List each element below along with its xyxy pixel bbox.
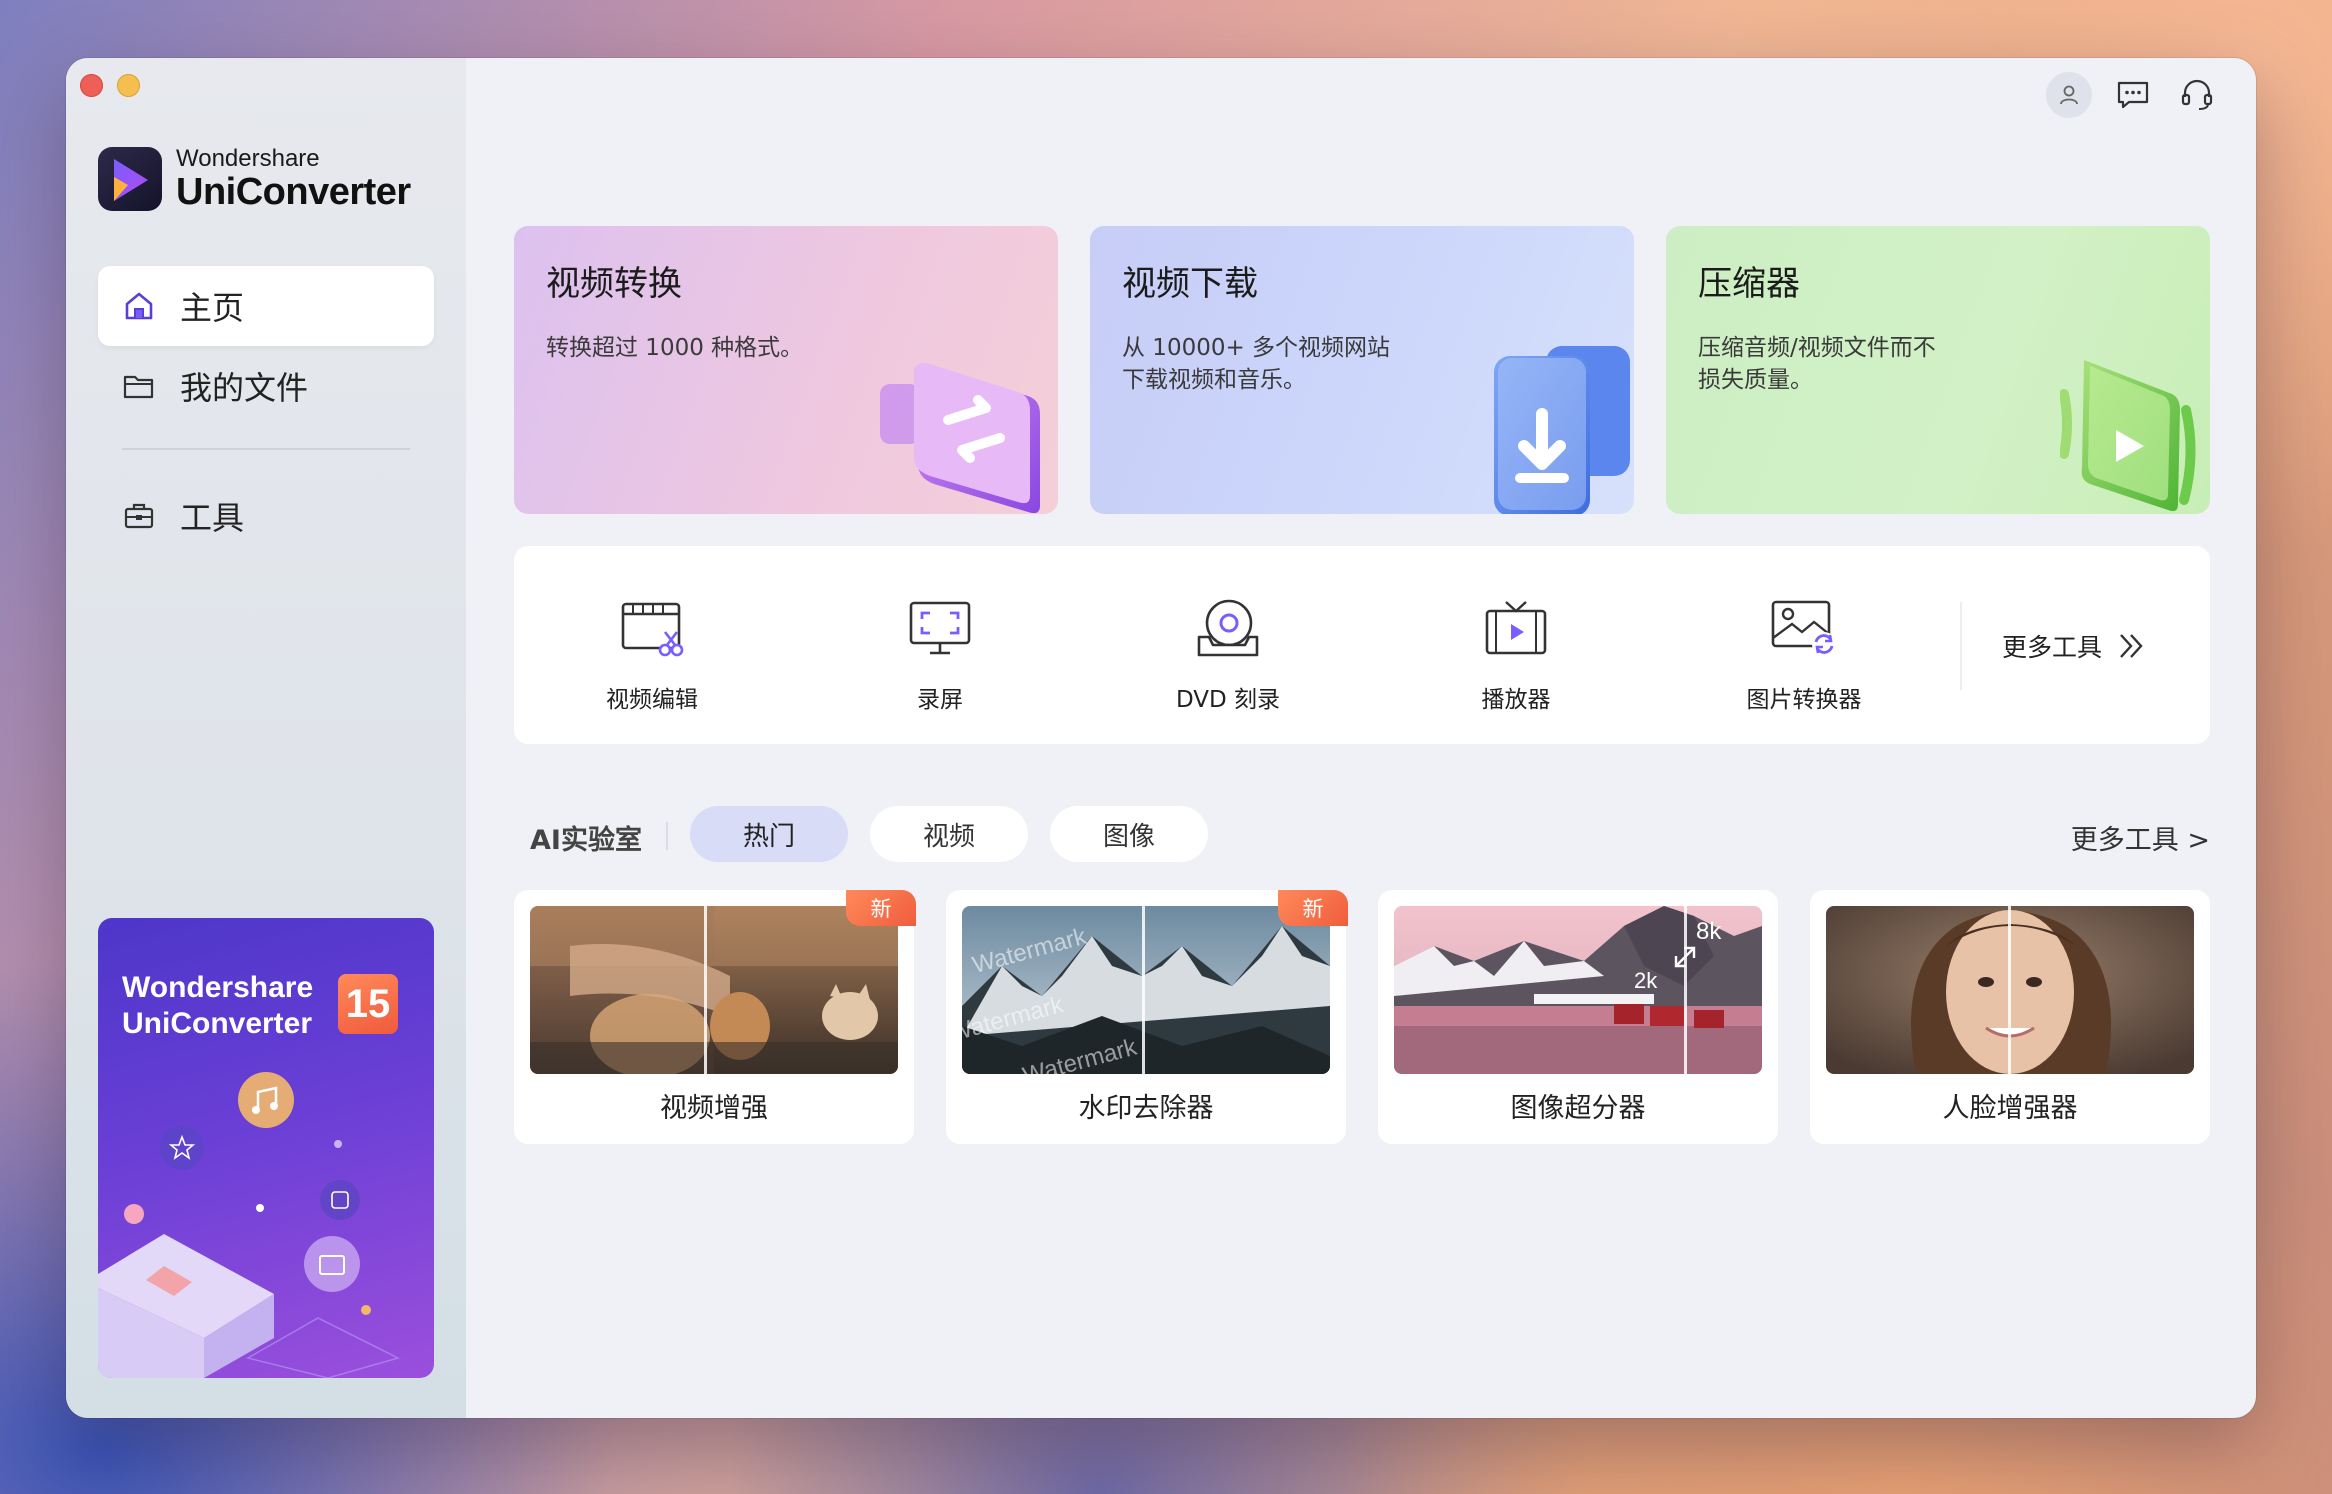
ai-tool-cards: 新 视频增强 Watermark Watermark Watermark 新 水… bbox=[514, 890, 2210, 1144]
sidebar: Wondershare UniConverter 主页 我的文件 工具 Wond… bbox=[66, 58, 466, 1418]
sidebar-item-home[interactable]: 主页 bbox=[98, 266, 434, 346]
tool-video-edit[interactable]: 视频编辑 bbox=[552, 596, 752, 714]
minimize-window-button[interactable] bbox=[117, 74, 140, 97]
account-button[interactable] bbox=[2046, 72, 2092, 118]
tool-screen-record[interactable]: 录屏 bbox=[840, 596, 1040, 714]
home-icon bbox=[122, 289, 156, 323]
card-title: 视频转换 bbox=[546, 264, 682, 304]
sidebar-item-label: 工具 bbox=[180, 499, 245, 537]
promo-illustration bbox=[98, 1072, 401, 1378]
chat-icon bbox=[2117, 81, 2149, 109]
video-convert-icon bbox=[880, 362, 1040, 514]
brand: Wondershare UniConverter bbox=[98, 146, 411, 212]
screen-record-icon bbox=[840, 596, 1040, 660]
compressor-card[interactable]: 压缩器 压缩音频/视频文件而不 损失质量。 bbox=[1666, 226, 2210, 514]
tool-image-convert[interactable]: 图片转换器 bbox=[1704, 596, 1904, 714]
dvd-burn-icon bbox=[1128, 596, 1328, 660]
tool-label: DVD 刻录 bbox=[1175, 687, 1281, 713]
compare-divider bbox=[1142, 906, 1145, 1074]
brand-product: UniConverter bbox=[176, 171, 411, 213]
card-desc: 压缩音频/视频文件而不 损失质量。 bbox=[1698, 335, 1936, 393]
tool-label: 视频编辑 bbox=[606, 687, 698, 713]
ai-card-label: 水印去除器 bbox=[1078, 1093, 1214, 1124]
ai-lab-divider bbox=[666, 822, 668, 850]
tools-divider bbox=[1960, 602, 1962, 690]
main-content: 视频转换 转换超过 1000 种格式。 视频下载 从 10000+ 多个视频网站… bbox=[466, 58, 2256, 1418]
tool-label: 播放器 bbox=[1481, 687, 1551, 713]
resize-arrow-icon bbox=[1674, 946, 1696, 968]
double-chevron-right-icon bbox=[2120, 634, 2143, 658]
header-actions bbox=[2046, 72, 2220, 118]
watermark-remover-thumbnail: Watermark Watermark Watermark bbox=[962, 906, 1330, 1074]
uniconverter-logo-icon bbox=[98, 147, 162, 211]
version-promo-banner[interactable]: Wondershare UniConverter 15 bbox=[98, 918, 434, 1378]
sidebar-item-label: 我的文件 bbox=[180, 369, 309, 407]
support-button[interactable] bbox=[2174, 72, 2220, 118]
tool-player[interactable]: 播放器 bbox=[1416, 596, 1616, 714]
more-tools-label: 更多工具 bbox=[2002, 633, 2103, 662]
sidebar-item-tools[interactable]: 工具 bbox=[98, 476, 434, 556]
ai-lab-title: AI实验室 bbox=[530, 825, 642, 856]
folder-icon bbox=[122, 369, 156, 403]
quick-tools-bar: 视频编辑 录屏 DVD 刻录 播放器 图片转换器 更多工具 bbox=[514, 546, 2210, 744]
video-download-card[interactable]: 视频下载 从 10000+ 多个视频网站 下载视频和音乐。 bbox=[1090, 226, 1634, 514]
tab-hot[interactable]: 热门 bbox=[690, 806, 848, 862]
user-icon bbox=[2060, 85, 2078, 105]
ai-card-image-upscaler[interactable]: 8k 2k 图像超分器 bbox=[1378, 890, 1778, 1144]
more-tools-button[interactable]: 更多工具 bbox=[2002, 628, 2146, 664]
window-controls bbox=[80, 74, 140, 97]
card-title: 视频下载 bbox=[1122, 264, 1258, 304]
compress-icon bbox=[2060, 360, 2196, 512]
ai-card-face-enhancer[interactable]: 人脸增强器 bbox=[1810, 890, 2210, 1144]
ai-lab-header: AI实验室 热门 视频 图像 更多工具 > bbox=[514, 806, 2210, 864]
ai-card-video-enhance[interactable]: 新 视频增强 bbox=[514, 890, 916, 1144]
video-edit-icon bbox=[552, 596, 752, 660]
sidebar-divider bbox=[122, 448, 410, 450]
video-enhance-thumbnail bbox=[530, 906, 898, 1074]
app-window: Wondershare UniConverter 主页 我的文件 工具 Wond… bbox=[66, 58, 2256, 1418]
image-convert-icon bbox=[1704, 596, 1904, 660]
tool-label: 录屏 bbox=[917, 687, 963, 713]
player-icon bbox=[1416, 596, 1616, 660]
new-badge: 新 bbox=[1278, 890, 1348, 926]
sidebar-item-files[interactable]: 我的文件 bbox=[98, 346, 434, 426]
tool-label: 图片转换器 bbox=[1746, 687, 1862, 713]
feature-cards: 视频转换 转换超过 1000 种格式。 视频下载 从 10000+ 多个视频网站… bbox=[514, 226, 2210, 514]
tool-dvd-burn[interactable]: DVD 刻录 bbox=[1128, 596, 1328, 714]
headset-icon bbox=[2181, 79, 2213, 110]
brand-company: Wondershare bbox=[176, 145, 320, 172]
card-title: 压缩器 bbox=[1698, 264, 1800, 304]
download-icon bbox=[1494, 346, 1630, 514]
tab-image[interactable]: 图像 bbox=[1050, 806, 1208, 862]
ai-card-label: 视频增强 bbox=[660, 1093, 768, 1124]
resolution-2k-label: 2k bbox=[1634, 968, 1658, 993]
sidebar-nav: 主页 我的文件 工具 bbox=[98, 266, 434, 556]
close-window-button[interactable] bbox=[80, 74, 103, 97]
tab-video[interactable]: 视频 bbox=[870, 806, 1028, 862]
face-enhancer-thumbnail bbox=[1826, 906, 2194, 1074]
compare-divider bbox=[1684, 906, 1687, 1074]
card-desc: 从 10000+ 多个视频网站 下载视频和音乐。 bbox=[1122, 335, 1391, 393]
compare-divider bbox=[704, 906, 707, 1074]
toolbox-icon bbox=[122, 499, 156, 533]
compare-divider bbox=[2008, 906, 2011, 1074]
ai-more-tools-link[interactable]: 更多工具 > bbox=[2071, 818, 2210, 857]
video-convert-card[interactable]: 视频转换 转换超过 1000 种格式。 bbox=[514, 226, 1058, 514]
ai-card-label: 图像超分器 bbox=[1510, 1093, 1646, 1124]
image-upscaler-thumbnail: 8k 2k bbox=[1394, 906, 1762, 1074]
ai-card-watermark-remover[interactable]: Watermark Watermark Watermark 新 水印去除器 bbox=[946, 890, 1348, 1144]
ai-card-label: 人脸增强器 bbox=[1942, 1093, 2078, 1124]
new-badge: 新 bbox=[846, 890, 916, 926]
sidebar-item-label: 主页 bbox=[180, 289, 245, 327]
messages-button[interactable] bbox=[2110, 72, 2156, 118]
card-desc: 转换超过 1000 种格式。 bbox=[546, 335, 804, 361]
